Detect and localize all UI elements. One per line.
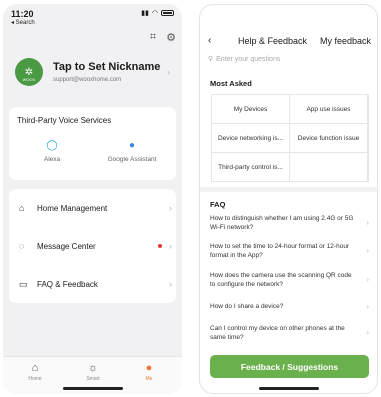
my-feedback-link[interactable]: My feedback bbox=[320, 36, 371, 46]
voice-services-card: Third-Party Voice Services ◯ Alexa ● Goo… bbox=[9, 107, 176, 180]
chevron-right-icon: › bbox=[366, 275, 369, 284]
status-bar: 11:20 ◂ Search ▮▮ ◠ bbox=[11, 8, 174, 28]
menu-card: ⌂ Home Management › ◌ Message Center › ▭… bbox=[9, 189, 176, 303]
alexa-ring-icon: ◯ bbox=[46, 140, 58, 151]
page-title: Help & Feedback bbox=[238, 36, 308, 46]
home-indicator bbox=[62, 387, 123, 390]
unread-dot bbox=[158, 244, 162, 248]
tab-home[interactable]: ⌂ Home bbox=[15, 362, 55, 382]
wifi-icon: ◠ bbox=[151, 10, 158, 17]
tab-label: Smart bbox=[86, 376, 100, 382]
search-placeholder: Enter your questions bbox=[216, 55, 281, 63]
status-time: 11:20 bbox=[11, 9, 34, 19]
chat-bubble-icon: ◌ bbox=[19, 241, 25, 251]
menu-item-home-management[interactable]: ⌂ Home Management › bbox=[9, 189, 176, 227]
home-outline-icon: ⌂ bbox=[19, 203, 25, 213]
tab-smart[interactable]: ☼ Smart bbox=[73, 362, 113, 382]
most-asked-cell[interactable]: My Devices bbox=[212, 95, 290, 124]
most-asked-grid: My Devices App use issues Device network… bbox=[211, 94, 369, 182]
menu-item-faq-feedback[interactable]: ▭ FAQ & Feedback › bbox=[9, 265, 176, 303]
battery-icon bbox=[161, 10, 174, 16]
system-icons: ▮▮ ◠ bbox=[141, 9, 174, 17]
me-screen: 11:20 ◂ Search ▮▮ ◠ ⌗ ⚙ ✲ WOOX Tap to Se… bbox=[3, 4, 182, 394]
tab-me[interactable]: ● Me bbox=[129, 362, 169, 382]
most-asked-cell[interactable]: Third-party control is... bbox=[212, 153, 290, 182]
menu-item-label: Home Management bbox=[37, 203, 108, 213]
faq-question: How to set the time to 24-hour format or… bbox=[210, 243, 350, 259]
most-asked-cell[interactable]: Device function issue bbox=[290, 124, 368, 153]
person-icon: ● bbox=[145, 362, 153, 374]
chevron-right-icon: › bbox=[169, 279, 172, 289]
settings-gear-icon[interactable]: ⚙ bbox=[166, 31, 176, 44]
chevron-right-icon: › bbox=[169, 203, 172, 213]
avatar: ✲ WOOX bbox=[15, 58, 43, 86]
google-assistant-icon: ● bbox=[128, 140, 136, 151]
most-asked-cell[interactable]: Device networking is... bbox=[212, 124, 290, 153]
faq-item[interactable]: How to set the time to 24-hour format or… bbox=[210, 242, 369, 260]
home-indicator bbox=[258, 387, 319, 390]
home-icon: ⌂ bbox=[31, 362, 39, 374]
faq-item[interactable]: How to distinguish whether I am using 2.… bbox=[210, 214, 369, 232]
feedback-suggestions-button[interactable]: Feedback / Suggestions bbox=[210, 355, 369, 378]
bottom-tab-bar: ⌂ Home ☼ Smart ● Me bbox=[3, 356, 182, 394]
chevron-right-icon: › bbox=[169, 241, 172, 251]
signal-icon: ▮▮ bbox=[141, 10, 149, 17]
chevron-right-icon: › bbox=[167, 67, 170, 77]
section-divider bbox=[200, 187, 377, 192]
back-chevron-icon[interactable]: ‹ bbox=[208, 35, 211, 46]
menu-item-message-center[interactable]: ◌ Message Center › bbox=[9, 227, 176, 265]
sun-icon: ☼ bbox=[87, 362, 99, 374]
chevron-right-icon: › bbox=[366, 301, 369, 311]
faq-question: How do I share a device? bbox=[210, 303, 284, 310]
chevron-right-icon: › bbox=[366, 218, 369, 227]
back-to-search-link[interactable]: ◂ Search bbox=[11, 19, 35, 26]
faq-item[interactable]: How do I share a device? › bbox=[210, 302, 369, 311]
book-icon: ▭ bbox=[19, 278, 28, 289]
avatar-brand-text: WOOX bbox=[22, 77, 36, 82]
chevron-right-icon: › bbox=[366, 246, 369, 255]
faq-question: How does the camera use the scanning QR … bbox=[210, 272, 352, 288]
alexa-service[interactable]: ◯ Alexa bbox=[17, 140, 87, 163]
profile-row[interactable]: ✲ WOOX Tap to Set Nickname support@wooxh… bbox=[15, 58, 174, 98]
search-icon: ⚲ bbox=[208, 56, 214, 63]
most-asked-title: Most Asked bbox=[210, 79, 252, 88]
chevron-right-icon: › bbox=[366, 328, 369, 337]
search-input[interactable]: ⚲ Enter your questions bbox=[208, 53, 369, 65]
faq-item[interactable]: How does the camera use the scanning QR … bbox=[210, 271, 369, 289]
google-assistant-service[interactable]: ● Google Assistant bbox=[97, 140, 167, 163]
tab-label: Home bbox=[28, 376, 42, 382]
menu-item-label: Message Center bbox=[37, 241, 96, 251]
nickname-label: Tap to Set Nickname bbox=[53, 61, 161, 73]
account-email: support@wooxhome.com bbox=[53, 77, 122, 83]
voice-services-title: Third-Party Voice Services bbox=[17, 116, 112, 125]
faq-item[interactable]: Can I control my device on other phones … bbox=[210, 324, 369, 342]
most-asked-cell bbox=[290, 153, 368, 182]
tab-label: Me bbox=[145, 376, 153, 382]
menu-item-label: FAQ & Feedback bbox=[37, 279, 98, 289]
faq-question: How to distinguish whether I am using 2.… bbox=[210, 215, 354, 231]
nav-bar: ‹ Help & Feedback My feedback bbox=[200, 35, 377, 49]
header-actions: ⌗ ⚙ bbox=[150, 31, 176, 44]
faq-title: FAQ bbox=[210, 200, 226, 209]
alexa-label: Alexa bbox=[43, 156, 61, 163]
most-asked-cell[interactable]: App use issues bbox=[290, 95, 368, 124]
scan-icon[interactable]: ⌗ bbox=[150, 31, 156, 44]
help-feedback-screen: ‹ Help & Feedback My feedback ⚲ Enter yo… bbox=[199, 4, 378, 394]
google-assistant-label: Google Assistant bbox=[107, 156, 157, 163]
faq-question: Can I control my device on other phones … bbox=[210, 325, 345, 341]
